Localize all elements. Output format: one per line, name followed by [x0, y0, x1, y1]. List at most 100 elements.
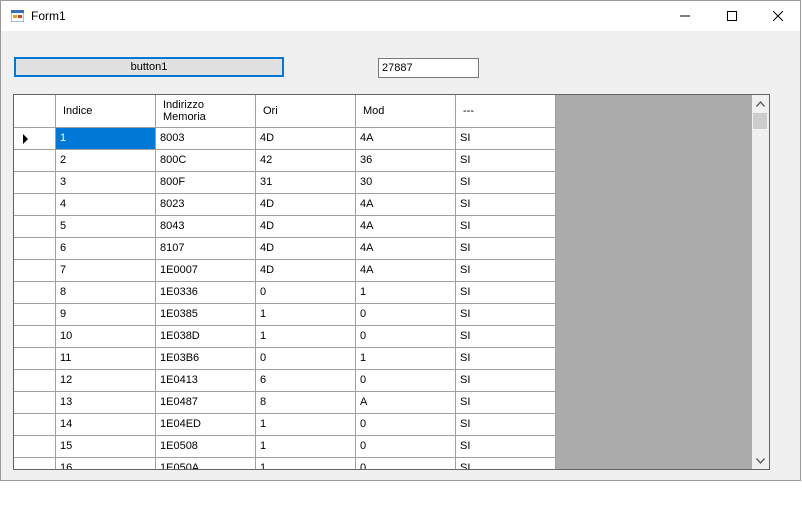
row-header[interactable] — [14, 304, 56, 326]
table-cell[interactable]: 1E038D — [156, 326, 256, 348]
vertical-scrollbar[interactable] — [752, 95, 769, 469]
table-cell[interactable]: 15 — [56, 436, 156, 458]
table-cell[interactable]: SI — [456, 282, 556, 304]
close-button[interactable] — [755, 1, 801, 31]
table-row[interactable]: 2 800C 42 36 SI — [14, 150, 556, 172]
table-cell[interactable]: 1E0007 — [156, 260, 256, 282]
table-cell[interactable]: 1 — [256, 436, 356, 458]
table-cell[interactable]: 1 — [356, 282, 456, 304]
table-cell[interactable]: SI — [456, 260, 556, 282]
table-cell[interactable]: 1 — [256, 304, 356, 326]
value-textbox[interactable]: 27887 — [378, 58, 479, 78]
row-header[interactable] — [14, 414, 56, 436]
row-header[interactable] — [14, 216, 56, 238]
table-cell[interactable]: 7 — [56, 260, 156, 282]
table-cell[interactable]: SI — [456, 194, 556, 216]
table-cell[interactable]: 800C — [156, 150, 256, 172]
table-cell[interactable]: 13 — [56, 392, 156, 414]
table-cell[interactable]: 4D — [256, 238, 356, 260]
table-row[interactable]: 14 1E04ED 1 0 SI — [14, 414, 556, 436]
table-cell[interactable]: SI — [456, 436, 556, 458]
table-row[interactable]: 9 1E0385 1 0 SI — [14, 304, 556, 326]
table-cell[interactable]: 8043 — [156, 216, 256, 238]
table-cell[interactable]: 0 — [256, 348, 356, 370]
column-header-dashes[interactable]: --- — [456, 95, 556, 128]
row-header[interactable] — [14, 348, 56, 370]
table-cell[interactable]: 4A — [356, 194, 456, 216]
table-cell[interactable]: 1E0508 — [156, 436, 256, 458]
table-cell[interactable]: 8023 — [156, 194, 256, 216]
column-header-mod[interactable]: Mod — [356, 95, 456, 128]
column-header-ori[interactable]: Ori — [256, 95, 356, 128]
table-cell[interactable]: 4A — [356, 260, 456, 282]
table-cell[interactable]: SI — [456, 392, 556, 414]
table-cell[interactable]: 4 — [56, 194, 156, 216]
table-cell[interactable]: 42 — [256, 150, 356, 172]
table-cell[interactable]: 0 — [356, 414, 456, 436]
table-cell[interactable]: SI — [456, 458, 556, 469]
table-cell[interactable]: 8003 — [156, 128, 256, 150]
table-row[interactable]: 7 1E0007 4D 4A SI — [14, 260, 556, 282]
table-cell[interactable]: A — [356, 392, 456, 414]
row-header[interactable] — [14, 370, 56, 392]
table-cell[interactable]: 1E0385 — [156, 304, 256, 326]
table-cell[interactable]: SI — [456, 348, 556, 370]
scroll-down-icon[interactable] — [752, 452, 769, 469]
table-cell[interactable]: 0 — [256, 282, 356, 304]
table-cell[interactable]: 30 — [356, 172, 456, 194]
table-row[interactable]: 15 1E0508 1 0 SI — [14, 436, 556, 458]
table-row[interactable]: 16 1E050A 1 0 SI — [14, 458, 556, 469]
table-cell[interactable]: 8 — [256, 392, 356, 414]
row-header[interactable] — [14, 458, 56, 469]
table-cell[interactable]: 1 — [356, 348, 456, 370]
table-cell[interactable]: 1E050A — [156, 458, 256, 469]
table-cell[interactable]: 1 — [256, 458, 356, 469]
row-header[interactable] — [14, 326, 56, 348]
table-row[interactable]: 5 8043 4D 4A SI — [14, 216, 556, 238]
row-header[interactable] — [14, 238, 56, 260]
table-cell[interactable]: SI — [456, 304, 556, 326]
table-row[interactable]: 11 1E03B6 0 1 SI — [14, 348, 556, 370]
table-row[interactable]: 10 1E038D 1 0 SI — [14, 326, 556, 348]
table-cell[interactable]: 8 — [56, 282, 156, 304]
row-header[interactable] — [14, 282, 56, 304]
table-cell[interactable]: 800F — [156, 172, 256, 194]
table-cell[interactable]: 4D — [256, 128, 356, 150]
row-header[interactable] — [14, 194, 56, 216]
table-row[interactable]: 6 8107 4D 4A SI — [14, 238, 556, 260]
table-cell[interactable]: 10 — [56, 326, 156, 348]
table-row[interactable]: 13 1E0487 8 A SI — [14, 392, 556, 414]
table-cell[interactable]: SI — [456, 238, 556, 260]
table-cell[interactable]: 31 — [256, 172, 356, 194]
table-cell[interactable]: 1E03B6 — [156, 348, 256, 370]
table-cell[interactable]: 4A — [356, 238, 456, 260]
table-cell[interactable]: 4A — [356, 216, 456, 238]
table-cell[interactable]: 14 — [56, 414, 156, 436]
minimize-button[interactable] — [662, 1, 708, 31]
table-row[interactable]: 1 8003 4D 4A SI — [14, 128, 556, 150]
column-header-indice[interactable]: Indice — [56, 95, 156, 128]
table-cell[interactable]: 6 — [256, 370, 356, 392]
table-row[interactable]: 12 1E0413 6 0 SI — [14, 370, 556, 392]
row-header[interactable] — [14, 172, 56, 194]
table-cell[interactable]: 1E0487 — [156, 392, 256, 414]
table-cell[interactable]: SI — [456, 414, 556, 436]
data-grid[interactable]: Indice Indirizzo Memoria Ori Mod --- 1 80… — [13, 94, 770, 470]
table-cell[interactable]: 4A — [356, 128, 456, 150]
table-cell[interactable]: SI — [456, 172, 556, 194]
corner-header[interactable] — [14, 95, 56, 128]
title-bar[interactable]: Form1 — [1, 1, 800, 31]
table-cell[interactable]: 1 — [256, 414, 356, 436]
table-cell[interactable]: 0 — [356, 370, 456, 392]
scroll-thumb[interactable] — [753, 113, 767, 129]
maximize-button[interactable] — [709, 1, 755, 31]
table-cell[interactable]: 1E0336 — [156, 282, 256, 304]
table-cell[interactable]: 9 — [56, 304, 156, 326]
table-row[interactable]: 3 800F 31 30 SI — [14, 172, 556, 194]
table-cell[interactable]: 4D — [256, 216, 356, 238]
table-cell[interactable]: 4D — [256, 194, 356, 216]
table-cell[interactable]: 4D — [256, 260, 356, 282]
table-cell[interactable]: SI — [456, 128, 556, 150]
table-row[interactable]: 8 1E0336 0 1 SI — [14, 282, 556, 304]
table-cell[interactable]: 0 — [356, 436, 456, 458]
